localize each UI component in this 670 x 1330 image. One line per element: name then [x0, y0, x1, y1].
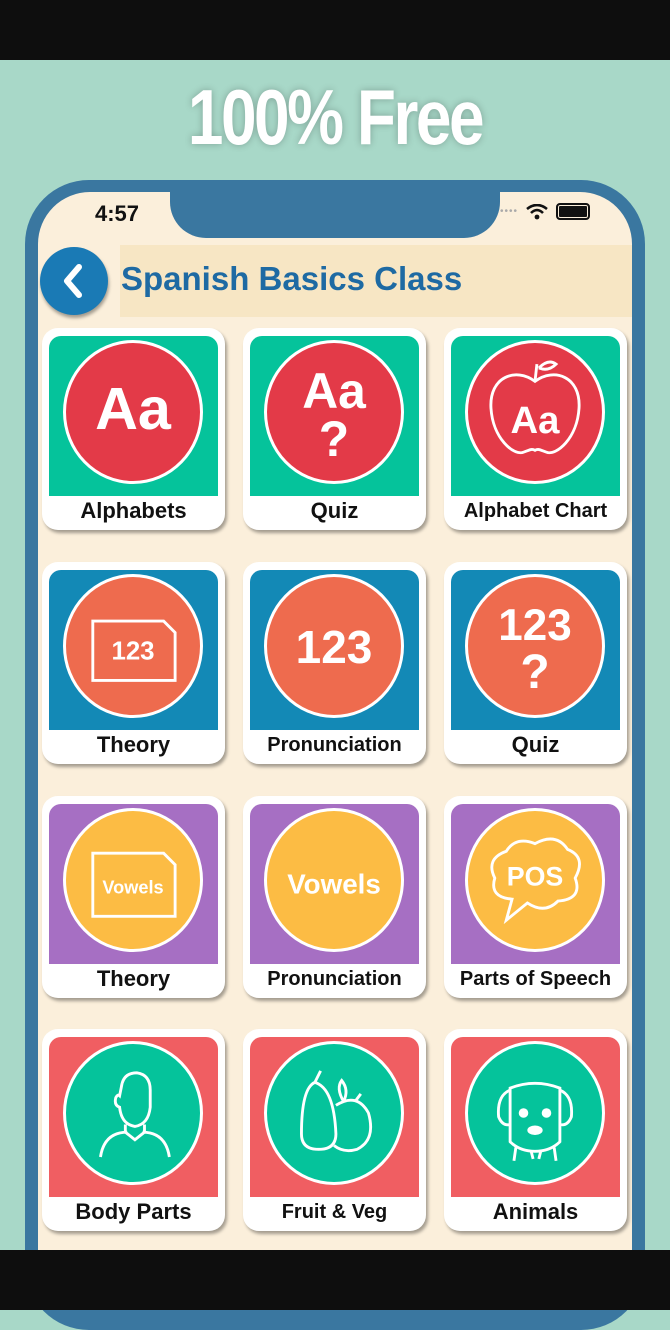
- svg-text:?: ?: [319, 411, 349, 467]
- tile-label: Theory: [96, 966, 171, 991]
- tile-background: [49, 1037, 218, 1197]
- tile-background: [250, 1037, 419, 1197]
- promo-headline: 100% Free: [187, 73, 485, 161]
- tile-parts-of-speech[interactable]: POS Parts of Speech: [444, 796, 627, 998]
- tile-background: [451, 1037, 620, 1197]
- tile-label: Parts of Speech: [459, 968, 612, 990]
- tile-animals[interactable]: Animals: [444, 1029, 627, 1231]
- svg-text:123: 123: [296, 621, 373, 673]
- chevron-left-icon: [64, 264, 82, 298]
- tile-label: Quiz: [511, 732, 560, 757]
- person-icon: [63, 1041, 203, 1185]
- tile-label: Quiz: [310, 498, 359, 523]
- tile-label: Pronunciation: [267, 734, 402, 756]
- phone-notch: [170, 180, 500, 238]
- tile-quiz[interactable]: Aa? Quiz: [243, 328, 426, 530]
- tile-background: Aa: [451, 336, 620, 496]
- svg-text:?: ?: [520, 646, 549, 699]
- status-time: 4:57: [95, 201, 140, 226]
- tile-label: Fruit & Veg: [281, 1201, 388, 1223]
- tile-background: 123: [49, 570, 218, 730]
- svg-text:Aa: Aa: [95, 375, 172, 442]
- speech-bubble-icon: POS: [465, 808, 605, 952]
- numbers-quiz-icon: 123?: [465, 574, 605, 718]
- tile-label: Theory: [96, 732, 171, 757]
- tile-label: Alphabet Chart: [463, 500, 608, 522]
- tile-background: 123: [250, 570, 419, 730]
- alphabet-quiz-icon: Aa?: [264, 340, 404, 484]
- svg-text:123: 123: [111, 637, 154, 665]
- alphabet-icon: Aa: [63, 340, 203, 484]
- page-title: Spanish Basics Class: [121, 260, 463, 297]
- svg-text:Vowels: Vowels: [287, 868, 381, 899]
- battery-icon: [556, 203, 591, 220]
- svg-text:POS: POS: [507, 862, 564, 892]
- numbers-document-icon: 123: [63, 574, 203, 718]
- bottom-black-bar: [0, 1250, 670, 1310]
- tile-label: Pronunciation: [267, 968, 402, 990]
- tile-background: POS: [451, 804, 620, 964]
- tile-alphabet-chart[interactable]: Aa Alphabet Chart: [444, 328, 627, 530]
- tile-quiz[interactable]: 123? Quiz: [444, 562, 627, 764]
- tile-pronunciation[interactable]: Vowels Pronunciation: [243, 796, 426, 998]
- svg-text:Aa: Aa: [511, 399, 561, 442]
- vowels-icon: Vowels: [264, 808, 404, 952]
- tile-background: Aa: [49, 336, 218, 496]
- tile-fruit-veg[interactable]: Fruit & Veg: [243, 1029, 426, 1231]
- tile-background: 123?: [451, 570, 620, 730]
- dog-icon: [465, 1041, 605, 1185]
- tile-alphabets[interactable]: Aa Alphabets: [42, 328, 225, 530]
- status-icons: ••••: [500, 203, 591, 220]
- tile-background: Aa?: [250, 336, 419, 496]
- tile-background: Vowels: [250, 804, 419, 964]
- tile-background: Vowels: [49, 804, 218, 964]
- tile-label: Body Parts: [75, 1199, 192, 1224]
- numbers-icon: 123: [264, 574, 404, 718]
- apple-alphabet-icon: Aa: [465, 340, 605, 484]
- vowels-document-icon: Vowels: [63, 808, 203, 952]
- tile-label: Alphabets: [80, 498, 187, 523]
- top-black-bar: [0, 0, 670, 60]
- tile-theory[interactable]: 123 Theory: [42, 562, 225, 764]
- wifi-icon: [526, 203, 548, 219]
- tile-label: Animals: [492, 1199, 579, 1224]
- tile-theory[interactable]: Vowels Theory: [42, 796, 225, 998]
- back-button[interactable]: [40, 247, 108, 315]
- tile-pronunciation[interactable]: 123 Pronunciation: [243, 562, 426, 764]
- signal-icon: ••••: [500, 206, 519, 217]
- svg-text:Vowels: Vowels: [102, 877, 163, 897]
- fruit-icon: [264, 1041, 404, 1185]
- svg-text:123: 123: [498, 601, 571, 650]
- tile-body-parts[interactable]: Body Parts: [42, 1029, 225, 1231]
